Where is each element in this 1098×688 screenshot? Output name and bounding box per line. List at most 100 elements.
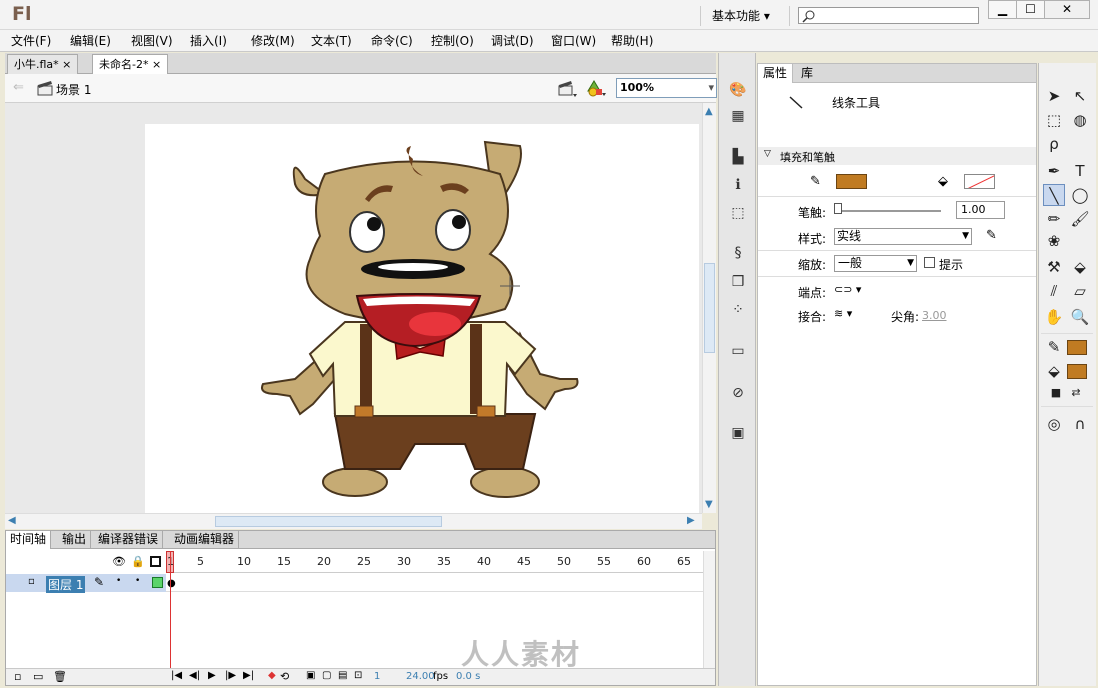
stage-canvas[interactable]: [145, 124, 699, 513]
bear-character-drawing[interactable]: [145, 124, 699, 513]
edit-multiple-frames-icon[interactable]: ▤: [338, 670, 347, 681]
close-window-button[interactable]: ✕: [1044, 0, 1090, 19]
stage-vertical-scrollbar[interactable]: ▲ ▼: [702, 103, 716, 513]
scroll-left-icon[interactable]: ◀: [8, 515, 16, 526]
motion-presets-icon[interactable]: ⁘: [729, 301, 747, 319]
object-drawing-icon[interactable]: ◎: [1043, 413, 1065, 435]
step-forward-icon[interactable]: |▶: [225, 670, 236, 681]
pen-tool-icon[interactable]: ✒: [1043, 160, 1065, 182]
pencil-tool-icon[interactable]: ✏: [1043, 208, 1065, 230]
menu-window[interactable]: 窗口(W): [551, 32, 596, 49]
modify-markers-icon[interactable]: ⊡: [354, 670, 362, 681]
go-first-frame-icon[interactable]: |◀: [171, 670, 182, 681]
help-search-input[interactable]: [798, 7, 979, 24]
tab-untitled-2[interactable]: 未命名-2* ×: [92, 54, 169, 74]
new-layer-icon[interactable]: ▫: [14, 670, 21, 683]
lasso-tool-icon[interactable]: ρ: [1043, 133, 1065, 155]
outline-icon[interactable]: [150, 556, 161, 567]
line-tool-icon[interactable]: ╲: [1043, 184, 1065, 206]
eraser-tool-icon[interactable]: ▱: [1069, 280, 1091, 302]
scale-select[interactable]: 一般 ▼: [834, 255, 917, 272]
edit-scene-icon[interactable]: [558, 80, 578, 98]
frame-track[interactable]: ●: [166, 574, 711, 592]
zoom-select[interactable]: 100% ▾: [616, 78, 717, 98]
tab-output[interactable]: 输出: [58, 531, 92, 549]
layer-row[interactable]: ▫ 图层 1 ✎ • •: [6, 574, 166, 593]
layer-outline-color[interactable]: [152, 577, 163, 588]
tab-timeline[interactable]: 时间轴: [6, 531, 52, 549]
actions-panel-icon[interactable]: §: [729, 244, 747, 262]
project-panel-icon[interactable]: ▭: [729, 342, 747, 360]
color-panel-icon[interactable]: 🎨: [729, 81, 747, 99]
workspace-switcher[interactable]: 基本功能 ▾: [700, 6, 790, 26]
lock-icon[interactable]: 🔒: [131, 555, 145, 568]
3d-rotation-tool-icon[interactable]: ◍: [1069, 109, 1091, 131]
hscroll-thumb[interactable]: [215, 516, 442, 527]
menu-commands[interactable]: 命令(C): [371, 32, 413, 49]
onion-skin-icon[interactable]: ▣: [306, 670, 315, 681]
back-arrow-icon[interactable]: ⇐: [13, 80, 24, 95]
close-icon[interactable]: ×: [62, 58, 71, 71]
paint-bucket-tool-icon[interactable]: ⬙: [1069, 256, 1091, 278]
scene-panel-icon[interactable]: ▣: [729, 424, 747, 442]
info-panel-icon[interactable]: ℹ: [729, 176, 747, 194]
tab-properties[interactable]: 属性: [758, 64, 794, 83]
menu-modify[interactable]: 修改(M): [251, 32, 295, 49]
fill-stroke-section-header[interactable]: ▽ 填充和笔触: [758, 147, 1036, 165]
fill-color-swatch[interactable]: [964, 174, 995, 189]
stroke-slider-thumb[interactable]: [834, 203, 842, 214]
delete-layer-icon[interactable]: 🗑: [53, 670, 67, 683]
menu-insert[interactable]: 插入(I): [190, 32, 227, 49]
snap-to-objects-icon[interactable]: ∩: [1069, 413, 1091, 435]
transform-panel-icon[interactable]: ⬚: [729, 204, 747, 222]
zoom-tool-icon[interactable]: 🔍: [1069, 306, 1091, 328]
stage-horizontal-scrollbar[interactable]: ◀ ▶: [5, 513, 702, 529]
menu-text[interactable]: 文本(T): [311, 32, 352, 49]
eye-icon[interactable]: 👁: [112, 555, 126, 568]
subselection-tool-icon[interactable]: ↖: [1069, 85, 1091, 107]
hint-checkbox[interactable]: [924, 257, 935, 268]
timeline-vscroll[interactable]: [703, 551, 715, 668]
new-folder-icon[interactable]: ▭: [33, 670, 43, 683]
swatches-panel-icon[interactable]: ▦: [729, 107, 747, 125]
stroke-style-select[interactable]: 实线 ▼: [834, 228, 972, 245]
go-last-frame-icon[interactable]: ▶|: [243, 670, 254, 681]
menu-debug[interactable]: 调试(D): [491, 32, 534, 49]
oval-tool-icon[interactable]: ◯: [1069, 184, 1091, 206]
scroll-right-icon[interactable]: ▶: [687, 515, 695, 526]
components-panel-icon[interactable]: ❒: [729, 273, 747, 291]
deco-tool-icon[interactable]: ❀: [1043, 230, 1065, 252]
bone-tool-icon[interactable]: ⚒: [1043, 256, 1065, 278]
menu-help[interactable]: 帮助(H): [611, 32, 653, 49]
lock-dot[interactable]: •: [135, 576, 140, 586]
eyedropper-tool-icon[interactable]: ⫽: [1043, 280, 1065, 302]
play-icon[interactable]: ▶: [208, 670, 216, 681]
menu-file[interactable]: 文件(F): [11, 32, 51, 49]
swap-colors-icon[interactable]: ⇄: [1065, 382, 1087, 404]
loop-icon[interactable]: ⟲: [280, 670, 289, 683]
stroke-width-input[interactable]: 1.00: [956, 201, 1005, 219]
menu-control[interactable]: 控制(O): [431, 32, 474, 49]
step-back-icon[interactable]: ◀|: [189, 670, 200, 681]
onion-outline-icon[interactable]: ▢: [322, 670, 331, 681]
keyframe-dot[interactable]: ●: [167, 578, 176, 589]
menu-view[interactable]: 视图(V): [131, 32, 173, 49]
edit-symbols-icon[interactable]: [585, 79, 607, 98]
scroll-down-icon[interactable]: ▼: [705, 499, 713, 510]
brush-tool-icon[interactable]: 🖌: [1069, 208, 1091, 230]
default-colors-icon[interactable]: ■: [1045, 382, 1067, 404]
stroke-slider[interactable]: [836, 210, 941, 212]
free-transform-tool-icon[interactable]: ⬚: [1043, 109, 1065, 131]
frame-ruler[interactable]: 1 5 10 15 20 25 30 35 40 45 50 55 60 65: [166, 551, 711, 573]
edit-stroke-style-icon[interactable]: ✎: [986, 228, 997, 243]
close-icon[interactable]: ×: [152, 58, 161, 71]
visibility-dot[interactable]: •: [116, 576, 121, 586]
tool-stroke-color-swatch[interactable]: [1067, 340, 1087, 355]
tool-fill-color-swatch[interactable]: [1067, 364, 1087, 379]
history-panel-icon[interactable]: ⊘: [729, 384, 747, 402]
join-style-select[interactable]: ≋ ▾: [834, 307, 852, 320]
menu-edit[interactable]: 编辑(E): [70, 32, 111, 49]
tab-xiaoniu-fla[interactable]: 小牛.fla* ×: [7, 54, 79, 74]
tab-motion-editor[interactable]: 动画编辑器: [170, 531, 240, 549]
current-frame-value[interactable]: 1: [374, 671, 380, 682]
